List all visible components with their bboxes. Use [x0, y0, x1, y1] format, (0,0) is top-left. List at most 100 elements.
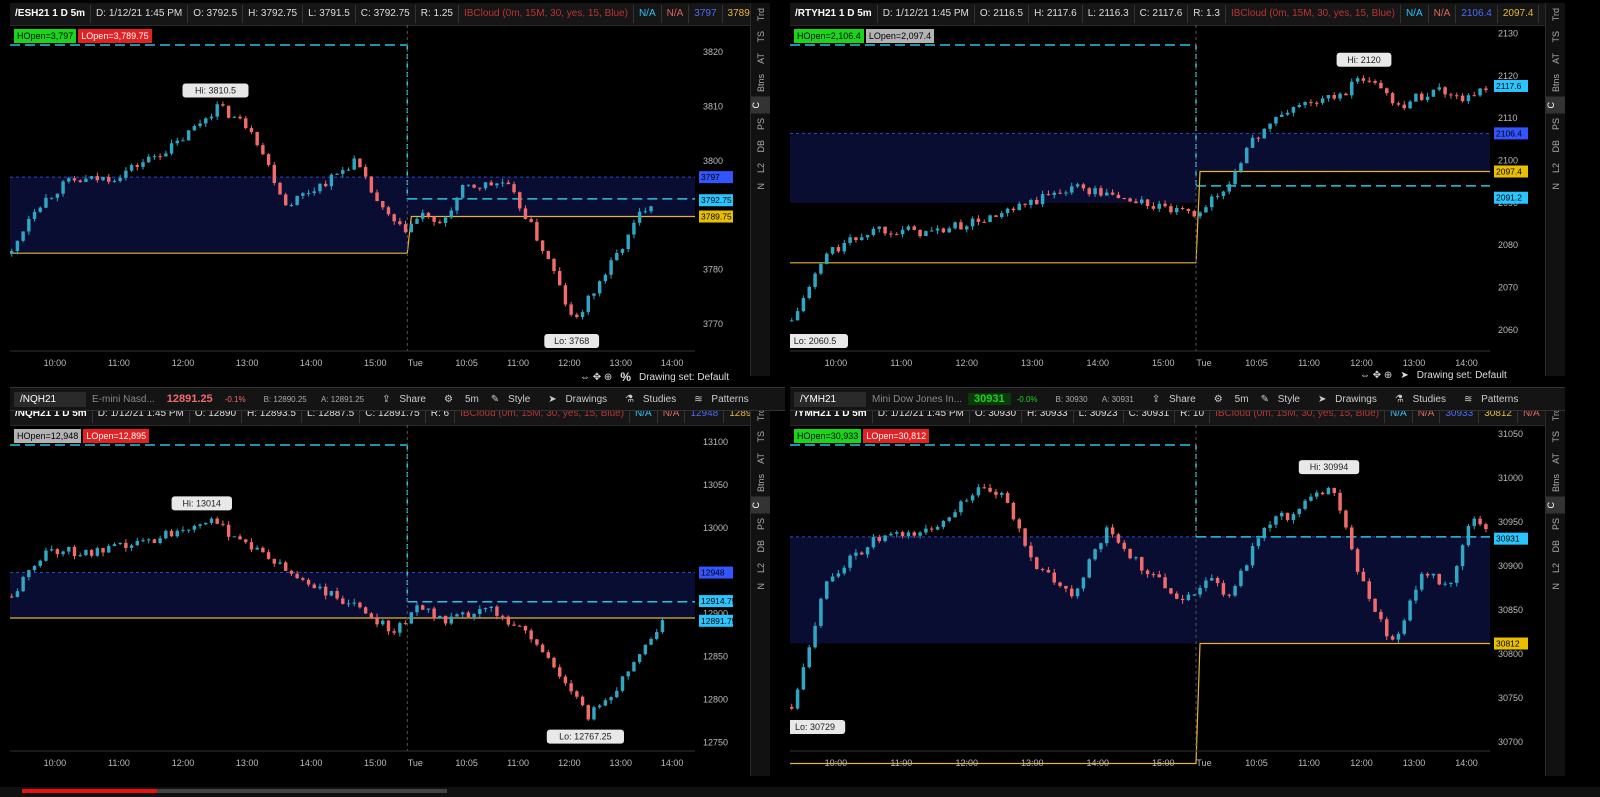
candle-body: [592, 293, 596, 296]
sidebar-tab-c[interactable]: C: [1546, 96, 1565, 114]
price-chart[interactable]: Hi: 13014Lo: 12767.251310013050130001295…: [10, 425, 750, 776]
share-button[interactable]: ⇪ Share: [376, 394, 438, 405]
candle-body: [1140, 199, 1144, 204]
candle-body: [1186, 594, 1191, 601]
candle-body: [386, 620, 391, 632]
drawings-button[interactable]: ➤ Drawings: [542, 394, 619, 405]
title-symbol[interactable]: /ESH21 1 D 5m: [10, 5, 92, 23]
x-axis-label: 11:00: [1298, 358, 1320, 368]
sidebar-tab-btns[interactable]: Btns: [756, 69, 766, 97]
candle-body: [643, 644, 648, 655]
sidebar-tab-btns[interactable]: Btns: [1551, 69, 1561, 97]
pan-icon[interactable]: ⇔ ✥ ⊕: [580, 372, 612, 383]
timeframe-button[interactable]: 5m: [459, 394, 485, 405]
pan-icon[interactable]: ⇔ ✥ ⊕: [1360, 370, 1392, 381]
sidebar-tab-db[interactable]: DB: [1551, 535, 1561, 558]
candle-body: [1023, 528, 1027, 546]
candle-body: [1484, 88, 1488, 91]
lo-label: Lo: 3768: [544, 334, 600, 348]
sidebar-tab-n[interactable]: N: [756, 178, 766, 195]
sidebar-tab-trd[interactable]: Trd: [756, 3, 766, 26]
sidebar-tab-ps[interactable]: PS: [756, 113, 766, 135]
video-progress-bar[interactable]: [0, 787, 1600, 797]
sidebar-tab-l2[interactable]: L2: [1551, 558, 1561, 578]
sidebar-tab-trd[interactable]: Trd: [1551, 3, 1561, 26]
chart-panel-ym[interactable]: /YMH21 1 D 5m D: 1/12/21 1:45 PM O: 30930 H…: [790, 403, 1565, 776]
candle-body: [819, 263, 823, 274]
candle-body: [1052, 572, 1056, 583]
chart-footer-es: ⇔ ✥ ⊕ % Drawing set: Default: [580, 370, 729, 384]
sidebar-tab-ts[interactable]: TS: [756, 426, 766, 448]
x-axis-label: 14:00: [1455, 758, 1478, 768]
sidebar-tab-btns[interactable]: Btns: [756, 469, 766, 497]
sidebar-tab-ts[interactable]: TS: [1551, 426, 1561, 448]
price-chart[interactable]: Hi: 3810.5Lo: 37683820381038003790378037…: [10, 25, 750, 376]
drawing-set-label[interactable]: Drawing set: Default: [639, 372, 729, 383]
price-chart[interactable]: Hi: 30994 Lo: 30729 31050 31000 30950 30900 30…: [790, 425, 1545, 776]
chart-panel-rty[interactable]: /RTYH21 1 D 5m D: 1/12/21 1:45 PM O: 2116.…: [790, 3, 1565, 376]
candle-body: [1000, 493, 1004, 495]
sidebar-tab-n[interactable]: N: [1551, 178, 1561, 195]
sidebar-tab-ts[interactable]: TS: [756, 26, 766, 48]
candle-body: [72, 546, 77, 557]
studies-button[interactable]: ⚗ Studies: [1389, 394, 1458, 405]
candle-body: [615, 252, 619, 261]
candle-body: [1058, 192, 1062, 194]
x-axis-label: 12:00: [1350, 758, 1373, 768]
candle-body: [988, 215, 992, 223]
share-button[interactable]: ⇪ Share: [1146, 394, 1208, 405]
candle-body: [500, 182, 505, 184]
candle-body: [523, 208, 528, 219]
drawing-set-label[interactable]: Drawing set: Default: [1417, 370, 1507, 381]
sidebar-tab-at[interactable]: AT: [1551, 448, 1561, 469]
sidebar-tab-l2[interactable]: L2: [1551, 158, 1561, 178]
sidebar-tab-n[interactable]: N: [1551, 578, 1561, 595]
symbol-selector[interactable]: /NQH21: [14, 391, 86, 407]
candle-body: [569, 304, 573, 315]
candle-body: [466, 612, 471, 618]
patterns-button[interactable]: ≋ Patterns: [688, 394, 760, 405]
symbol-selector[interactable]: /YMH21: [794, 391, 866, 407]
chart-panel-es[interactable]: /ESH21 1 D 5m D: 1/12/21 1:45 PM O: 3792.5…: [10, 3, 770, 376]
sidebar-tab-c[interactable]: C: [751, 96, 770, 114]
sidebar-tab-l2[interactable]: L2: [756, 558, 766, 578]
sidebar-tab-at[interactable]: AT: [756, 448, 766, 469]
percent-toggle[interactable]: %: [620, 370, 631, 384]
y-axis-label: 30700: [1498, 737, 1523, 747]
candle-body: [1198, 212, 1202, 217]
title-symbol[interactable]: /RTYH21 1 D 5m: [790, 5, 878, 23]
sidebar-tab-btns[interactable]: Btns: [1551, 469, 1561, 497]
sidebar-tab-ps[interactable]: PS: [1551, 513, 1561, 535]
candle-body: [403, 224, 408, 233]
candle-body: [169, 143, 174, 154]
candle-body: [1035, 557, 1039, 569]
style-button[interactable]: ✎ Style: [485, 394, 542, 405]
sidebar-tab-db[interactable]: DB: [756, 535, 766, 558]
sidebar-tab-ps[interactable]: PS: [756, 513, 766, 535]
chart-panel-nq[interactable]: /NQH21 1 D 5m D: 1/12/21 1:45 PM O: 12890 H…: [10, 403, 770, 776]
gear-icon[interactable]: ⚙: [438, 394, 459, 405]
sidebar-tab-n[interactable]: N: [756, 578, 766, 595]
price-chart[interactable]: Hi: 2120Lo: 2060.52130212021102100209020…: [790, 25, 1545, 376]
gear-icon[interactable]: ⚙: [1208, 394, 1229, 405]
style-button[interactable]: ✎ Style: [1255, 394, 1312, 405]
candle-body: [912, 226, 916, 230]
candle-body: [1326, 95, 1331, 99]
sidebar-tab-l2[interactable]: L2: [756, 158, 766, 178]
sidebar-tab-c[interactable]: C: [1546, 496, 1565, 514]
sidebar-tab-at[interactable]: AT: [756, 48, 766, 69]
timeframe-button[interactable]: 5m: [1229, 394, 1255, 405]
candle-body: [830, 247, 835, 254]
sidebar-tab-db[interactable]: DB: [1551, 135, 1561, 158]
sidebar-tab-c[interactable]: C: [751, 496, 770, 514]
drawings-button[interactable]: ➤ Drawings: [1312, 394, 1389, 405]
studies-button[interactable]: ⚗ Studies: [619, 394, 688, 405]
sidebar-tab-at[interactable]: AT: [1551, 48, 1561, 69]
candle-body: [1122, 198, 1126, 200]
sidebar-tab-ps[interactable]: PS: [1551, 113, 1561, 135]
candle-body: [1291, 106, 1296, 113]
patterns-button[interactable]: ≋ Patterns: [1458, 394, 1530, 405]
candle-body: [575, 314, 579, 317]
sidebar-tab-ts[interactable]: TS: [1551, 26, 1561, 48]
sidebar-tab-db[interactable]: DB: [756, 135, 766, 158]
